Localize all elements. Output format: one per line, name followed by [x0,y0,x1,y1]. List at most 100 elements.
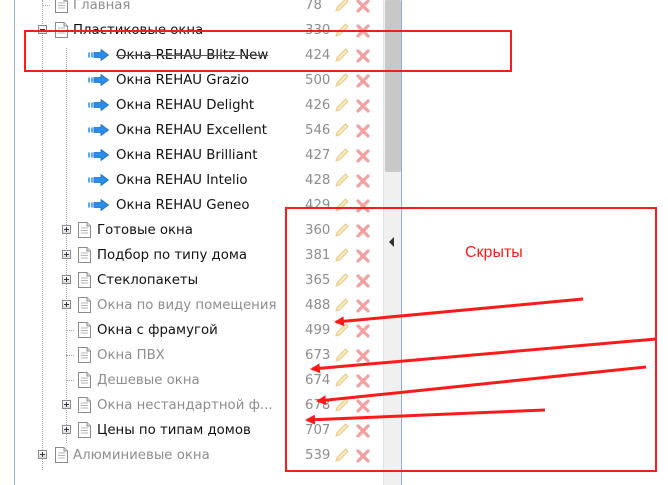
tree-row[interactable]: Окна ПВХ 673 [15,343,385,368]
pencil-icon[interactable] [333,373,349,389]
tree-row-label[interactable]: Подбор по типу дома [97,243,247,268]
pencil-icon[interactable] [333,298,349,314]
delete-x-icon[interactable] [356,149,370,163]
tree-row[interactable]: Окна по виду помещения 488 [15,293,385,318]
tree-row-label[interactable]: Пластиковые окна [73,18,203,43]
delete-x-icon[interactable] [356,224,370,238]
delete-x-icon[interactable] [356,199,370,213]
delete-x-icon[interactable] [356,374,370,388]
tree-row[interactable]: Окна REHAU Delight 426 [15,93,385,118]
delete-x-icon[interactable] [356,24,370,38]
link-arrow-icon [88,124,109,136]
delete-x-icon[interactable] [356,424,370,438]
pencil-icon[interactable] [333,448,349,464]
delete-x-icon[interactable] [356,274,370,288]
tree-row-label[interactable]: Цены по типам домов [97,418,251,443]
tree-row-label[interactable]: Дешевые окна [97,368,200,393]
tree-row[interactable]: Дешевые окна 674 [15,368,385,393]
tree-row[interactable]: Окна REHAU Geneo 429 [15,193,385,218]
tree-row[interactable]: Окна REHAU Blitz New 424 [15,43,385,68]
tree-row-label[interactable]: Алюминиевые окна [73,443,210,468]
pencil-icon[interactable] [333,398,349,414]
pencil-icon[interactable] [333,48,349,64]
tree-row-label[interactable]: Окна нестандартной ф... [97,393,273,418]
pencil-icon[interactable] [333,223,349,239]
delete-x-icon[interactable] [356,324,370,338]
pencil-icon[interactable] [333,23,349,39]
tree-row[interactable]: Готовые окна 360 [15,218,385,243]
tree-row-label[interactable]: Окна REHAU Intelio [116,168,248,193]
tree-row-label[interactable]: Окна REHAU Brilliant [116,143,257,168]
pencil-icon[interactable] [333,73,349,89]
collapse-panel-icon[interactable] [389,237,395,247]
pencil-icon[interactable] [333,248,349,264]
delete-x-icon[interactable] [356,174,370,188]
tree-row[interactable]: Окна REHAU Intelio 428 [15,168,385,193]
document-icon [78,272,91,288]
expand-node-icon[interactable] [62,300,71,309]
tree-row[interactable]: Окна с фрамугой 499 [15,318,385,343]
expand-node-icon[interactable] [62,400,71,409]
tree-row-label[interactable]: Окна REHAU Geneo [116,193,250,218]
tree-row-label[interactable]: Главная [73,0,130,18]
pencil-icon[interactable] [333,173,349,189]
expand-node-icon[interactable] [62,425,71,434]
document-icon [78,222,91,238]
tree-row[interactable]: Стеклопакеты 365 [15,268,385,293]
screenshot-stage: Главная 78 Пластиковые окна 330 Окна REHAU B… [0,0,668,485]
tree-row-label[interactable]: Окна REHAU Grazio [116,68,249,93]
pencil-icon[interactable] [333,98,349,114]
pencil-icon[interactable] [333,198,349,214]
tree-row-count: 78 [305,0,322,13]
delete-x-icon[interactable] [356,99,370,113]
tree-row-label[interactable]: Стеклопакеты [97,268,198,293]
tree-row[interactable]: Окна REHAU Grazio 500 [15,68,385,93]
delete-x-icon[interactable] [356,124,370,138]
tree-row-label[interactable]: Окна REHAU Delight [116,93,254,118]
tree-row-label[interactable]: Окна REHAU Excellent [116,118,267,143]
tree-row[interactable]: Пластиковые окна 330 [15,18,385,43]
pencil-icon[interactable] [333,123,349,139]
delete-x-icon[interactable] [356,249,370,263]
pencil-icon[interactable] [333,348,349,364]
tree-row-label[interactable]: Окна по виду помещения [97,293,276,318]
expand-node-icon[interactable] [62,275,71,284]
tree-row-count: 539 [305,448,331,463]
delete-x-icon[interactable] [356,299,370,313]
tree-row-label[interactable]: Готовые окна [97,218,193,243]
link-arrow-icon [88,149,109,161]
delete-x-icon[interactable] [356,74,370,88]
page-tree-panel: Главная 78 Пластиковые окна 330 Окна REHAU B… [14,0,402,485]
tree-row-label[interactable]: Окна REHAU Blitz New [116,43,268,68]
pencil-icon[interactable] [333,273,349,289]
document-icon [78,247,91,263]
delete-x-icon[interactable] [356,399,370,413]
pencil-icon[interactable] [333,0,349,14]
tree-row-label[interactable]: Окна ПВХ [97,343,165,368]
document-icon [78,422,91,438]
pencil-icon[interactable] [333,148,349,164]
tree-row[interactable]: Подбор по типу дома 381 [15,243,385,268]
tree-row[interactable]: Окна нестандартной ф... 678 [15,393,385,418]
collapse-node-icon[interactable] [38,25,47,34]
tree-row-count: 330 [305,23,331,38]
expand-node-icon[interactable] [38,450,47,459]
delete-x-icon[interactable] [356,449,370,463]
delete-x-icon[interactable] [356,0,370,13]
tree-row[interactable]: Окна REHAU Brilliant 427 [15,143,385,168]
tree-row-count: 360 [305,223,331,238]
pencil-icon[interactable] [333,323,349,339]
tree-row[interactable]: Окна REHAU Excellent 546 [15,118,385,143]
expand-node-icon[interactable] [62,225,71,234]
tree-row[interactable]: Главная 78 [15,0,385,18]
tree-row-count: 488 [305,298,331,313]
tree-scrollbar-thumb[interactable] [385,0,401,172]
delete-x-icon[interactable] [356,349,370,363]
tree-row-count: 426 [305,98,331,113]
expand-node-icon[interactable] [62,250,71,259]
tree-row[interactable]: Цены по типам домов 707 [15,418,385,443]
delete-x-icon[interactable] [356,49,370,63]
tree-row-label[interactable]: Окна с фрамугой [97,318,218,343]
tree-row[interactable]: Алюминиевые окна 539 [15,443,385,468]
pencil-icon[interactable] [333,423,349,439]
